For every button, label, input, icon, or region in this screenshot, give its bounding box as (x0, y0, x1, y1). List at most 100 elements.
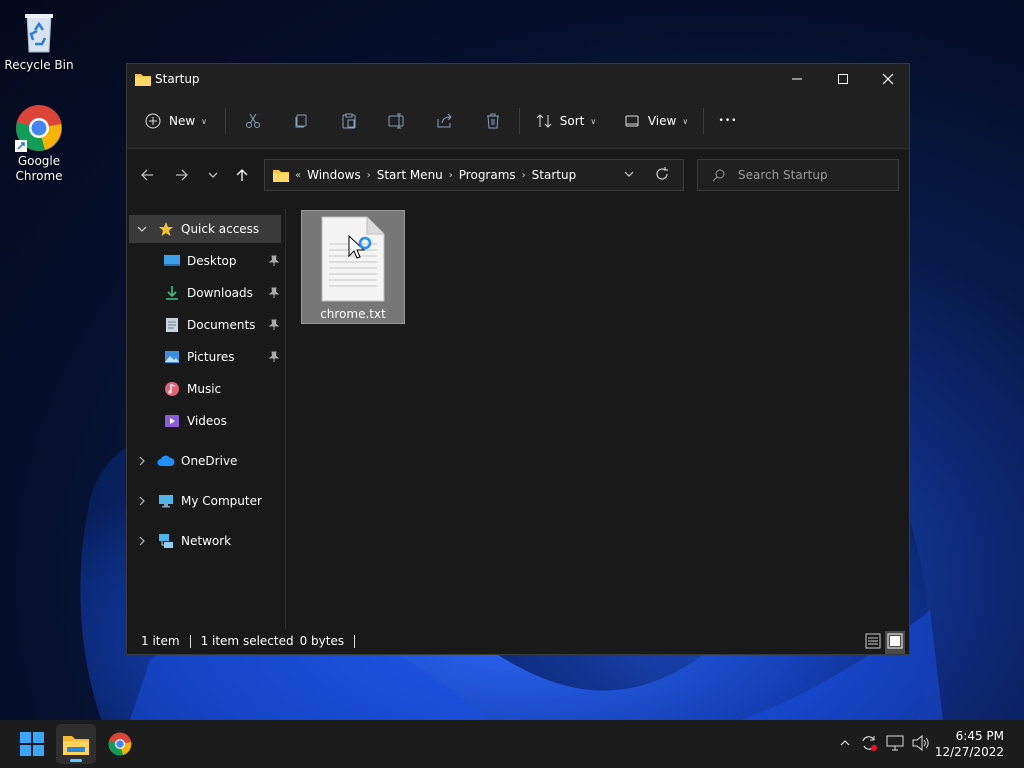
desktop-icon-recycle-bin[interactable]: Recycle Bin (1, 8, 77, 73)
sidebar-item-label: Pictures (187, 350, 235, 364)
breadcrumb-start-menu[interactable]: Start Menu (377, 168, 443, 182)
speaker-icon (912, 735, 929, 751)
desktop-icon-google-chrome[interactable]: Google Chrome (1, 104, 77, 184)
pane-divider[interactable] (285, 209, 286, 629)
sidebar-item-quick-access[interactable]: Quick access (129, 215, 281, 243)
sidebar-item-label: Quick access (181, 222, 260, 236)
sort-label: Sort (559, 114, 585, 128)
arrow-up-icon (236, 169, 248, 181)
file-list[interactable]: chrome.txt (287, 209, 909, 629)
taskbar-chrome[interactable] (100, 724, 140, 764)
pin-icon (269, 319, 279, 330)
details-view-icon (865, 633, 881, 649)
folder-icon (135, 74, 151, 86)
breadcrumb-programs[interactable]: Programs (459, 168, 516, 182)
minimize-icon (792, 78, 802, 80)
navigation-pane: Quick access Desktop Downloads Documents (127, 209, 285, 629)
pin-icon (269, 255, 279, 266)
address-overflow[interactable]: « (295, 170, 301, 181)
cut-button[interactable] (237, 106, 269, 136)
sidebar-item-my-computer[interactable]: My Computer (129, 487, 281, 515)
chevron-down-icon (624, 171, 634, 177)
show-hidden-icons-button[interactable] (834, 732, 856, 754)
status-divider (189, 634, 191, 648)
file-item[interactable]: chrome.txt (301, 210, 405, 324)
recent-locations-button[interactable] (201, 163, 225, 187)
sidebar-item-label: Desktop (187, 254, 237, 268)
clock[interactable]: 6:45 PM 12/27/2022 (935, 728, 1004, 760)
sidebar-item-label: Downloads (187, 286, 253, 300)
maximize-button[interactable] (820, 64, 866, 94)
breadcrumb-startup[interactable]: Startup (532, 168, 577, 182)
network-status-button[interactable] (884, 732, 906, 754)
title-bar[interactable]: Startup (127, 64, 909, 94)
view-button[interactable]: View ∨ (621, 106, 691, 136)
search-box[interactable]: Search Startup (697, 159, 899, 191)
address-history-button[interactable] (623, 168, 635, 183)
copy-icon (295, 114, 307, 128)
sidebar-item-network[interactable]: Network (129, 527, 281, 555)
sidebar-item-onedrive[interactable]: OneDrive (129, 447, 281, 475)
sidebar-item-videos[interactable]: Videos (129, 407, 281, 435)
back-button[interactable] (135, 163, 159, 187)
trash-icon (487, 113, 499, 129)
navigation-bar: « Windows › Start Menu › Programs › Star… (127, 149, 909, 199)
start-button[interactable] (12, 724, 52, 764)
share-button[interactable] (429, 106, 461, 136)
breadcrumb-windows[interactable]: Windows (307, 168, 361, 182)
share-icon (437, 113, 452, 128)
copy-button[interactable] (285, 106, 317, 136)
close-button[interactable] (865, 64, 911, 94)
sidebar-item-music[interactable]: Music (129, 375, 281, 403)
sync-status-button[interactable] (858, 732, 880, 754)
chrome-icon (108, 732, 132, 756)
videos-icon (163, 412, 181, 430)
file-explorer-window: Startup New ∨ Sort ∨ View ∨ ••• « Window… (126, 63, 910, 655)
new-button[interactable]: New ∨ (141, 106, 211, 136)
status-bar: 1 item 1 item selected 0 bytes (127, 628, 909, 654)
toolbar-divider (703, 108, 704, 134)
sidebar-item-label: Videos (187, 414, 227, 428)
recycle-bin-icon (25, 14, 53, 53)
taskbar-file-explorer[interactable] (56, 724, 96, 764)
sort-button[interactable]: Sort ∨ (531, 106, 601, 136)
selected-count: 1 item selected (200, 634, 294, 648)
sidebar-item-label: My Computer (181, 494, 262, 508)
forward-button[interactable] (170, 163, 194, 187)
close-icon (882, 73, 894, 85)
view-icon (625, 115, 639, 127)
file-name: chrome.txt (320, 307, 386, 321)
clock-date: 12/27/2022 (934, 745, 1004, 759)
details-view-button[interactable] (865, 633, 881, 652)
paste-button[interactable] (333, 106, 365, 136)
rename-button[interactable] (381, 106, 413, 136)
chrome-icon (15, 105, 62, 152)
sidebar-item-pictures[interactable]: Pictures (129, 343, 281, 371)
delete-button[interactable] (477, 106, 509, 136)
up-button[interactable] (230, 163, 254, 187)
toolbar-divider (519, 108, 520, 134)
more-options-button[interactable]: ••• (713, 106, 743, 136)
sidebar-item-downloads[interactable]: Downloads (129, 279, 281, 307)
command-bar: New ∨ Sort ∨ View ∨ ••• (127, 94, 909, 149)
refresh-button[interactable] (655, 167, 669, 184)
chevron-down-icon (137, 226, 147, 232)
status-divider (354, 634, 356, 648)
chevron-right-icon (139, 536, 145, 546)
search-icon (712, 169, 725, 182)
arrow-left-icon (141, 169, 153, 181)
sidebar-item-desktop[interactable]: Desktop (129, 247, 281, 275)
documents-icon (163, 316, 181, 334)
address-bar[interactable]: « Windows › Start Menu › Programs › Star… (264, 159, 684, 191)
volume-button[interactable] (910, 732, 932, 754)
sidebar-item-label: Music (187, 382, 222, 396)
large-icons-view-button[interactable] (885, 631, 905, 654)
google-chrome-label: Google Chrome (15, 154, 63, 183)
sidebar-item-label: Network (181, 534, 232, 548)
busy-cursor-icon (348, 235, 372, 259)
minimize-button[interactable] (774, 64, 820, 94)
sidebar-item-documents[interactable]: Documents (129, 311, 281, 339)
music-icon (163, 380, 181, 398)
chevron-right-icon (139, 456, 145, 466)
recycle-bin-label: Recycle Bin (4, 58, 74, 72)
